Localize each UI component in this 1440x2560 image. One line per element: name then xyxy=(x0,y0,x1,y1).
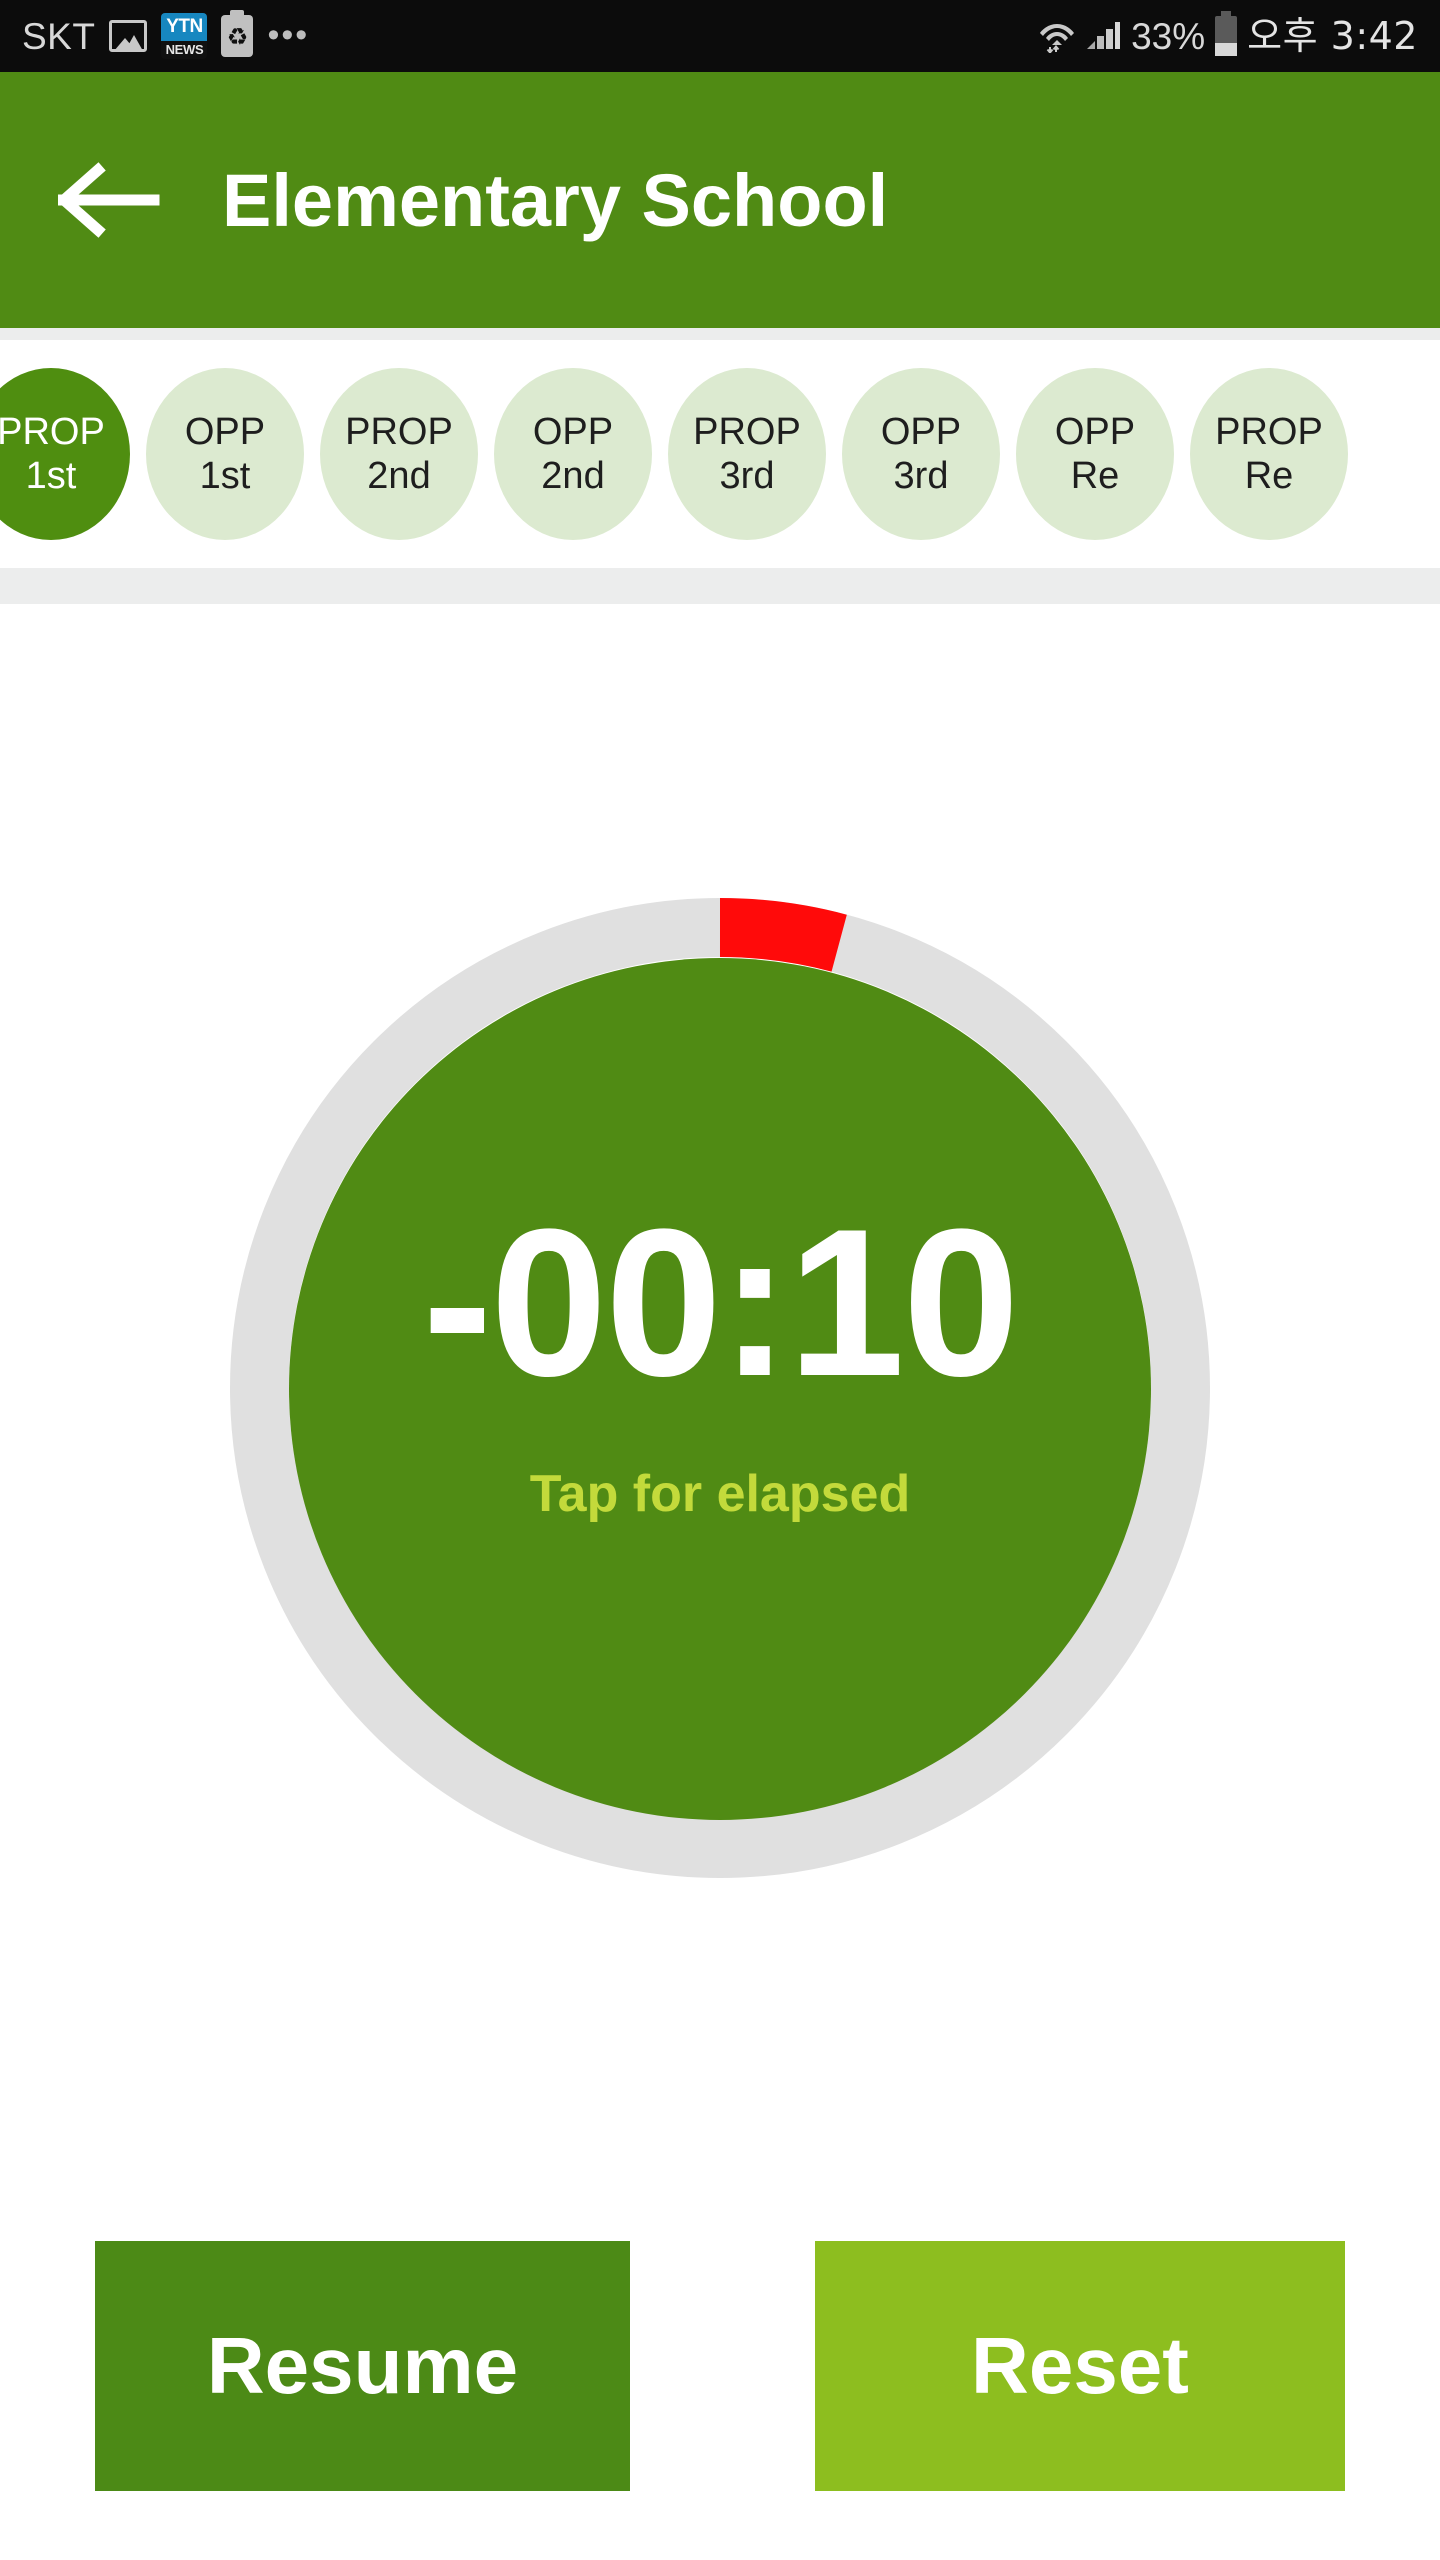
ytn-icon-bottom-label: NEWS xyxy=(161,41,208,59)
speaker-chip-bar: PROP 1st OPP 1st PROP 2nd OPP 2nd PROP 3… xyxy=(0,328,1440,604)
speaker-chip-side: OPP xyxy=(184,411,266,453)
wifi-icon xyxy=(1039,19,1075,55)
speaker-chip-scroller[interactable]: PROP 1st OPP 1st PROP 2nd OPP 2nd PROP 3… xyxy=(0,340,1440,568)
speaker-chip-order: 3rd xyxy=(719,455,775,497)
speaker-chip-side: PROP xyxy=(0,411,105,453)
timer-area: -00:10 Tap for elapsed xyxy=(0,604,1440,2234)
speaker-chip-opp-1st[interactable]: OPP 1st xyxy=(146,368,304,540)
resume-button[interactable]: Resume xyxy=(95,2241,630,2491)
speaker-chip-opp-3rd[interactable]: OPP 3rd xyxy=(842,368,1000,540)
timer-face[interactable]: -00:10 Tap for elapsed xyxy=(289,958,1151,1820)
speaker-chip-order: 3rd xyxy=(893,455,949,497)
photo-icon xyxy=(109,20,148,52)
status-bar-right: 33% 오후 3:42 xyxy=(1039,11,1418,58)
battery-percent-label: 33% xyxy=(1131,15,1206,57)
speaker-chip-order: 2nd xyxy=(541,455,605,497)
carrier-label: SKT xyxy=(22,15,96,57)
cellular-signal-icon xyxy=(1085,19,1121,53)
battery-icon xyxy=(1215,11,1238,56)
speaker-chip-side: PROP xyxy=(1215,411,1323,453)
app-header: Elementary School xyxy=(0,72,1440,328)
clock-label: 오후 3:42 xyxy=(1247,14,1418,58)
timer-controls: Resume Reset xyxy=(0,2241,1440,2491)
status-bar: SKT YTN NEWS ♻ ••• 33% 오후 3:42 xyxy=(0,0,1440,72)
speaker-chip-side: OPP xyxy=(532,411,614,453)
speaker-chip-prop-1st[interactable]: PROP 1st xyxy=(0,368,130,540)
page-title: Elementary School xyxy=(222,158,889,242)
speaker-chip-order: 2nd xyxy=(367,455,431,497)
reset-button[interactable]: Reset xyxy=(815,2241,1345,2491)
speaker-chip-side: OPP xyxy=(1054,411,1136,453)
speaker-chip-order: Re xyxy=(1244,455,1294,497)
ytn-news-icon: YTN NEWS xyxy=(161,13,208,59)
timer-hint-label: Tap for elapsed xyxy=(529,1465,911,1523)
speaker-chip-prop-3rd[interactable]: PROP 3rd xyxy=(668,368,826,540)
ytn-icon-top-label: YTN xyxy=(161,13,208,41)
speaker-chip-prop-re[interactable]: PROP Re xyxy=(1190,368,1348,540)
speaker-chip-side: PROP xyxy=(345,411,453,453)
timer-value: -00:10 xyxy=(422,1185,1019,1420)
speaker-chip-side: OPP xyxy=(880,411,962,453)
speaker-chip-prop-2nd[interactable]: PROP 2nd xyxy=(320,368,478,540)
bottom-filler xyxy=(0,2491,1440,2560)
speaker-chip-order: 1st xyxy=(25,455,77,497)
speaker-chip-opp-re[interactable]: OPP Re xyxy=(1016,368,1174,540)
status-bar-left: SKT YTN NEWS ♻ ••• xyxy=(22,10,310,59)
more-dots-icon: ••• xyxy=(267,16,310,55)
speaker-chip-order: Re xyxy=(1070,455,1120,497)
speaker-chip-opp-2nd[interactable]: OPP 2nd xyxy=(494,368,652,540)
recycle-icon: ♻ xyxy=(221,10,254,57)
back-arrow-icon xyxy=(58,162,162,238)
speaker-chip-side: PROP xyxy=(693,411,801,453)
back-button[interactable] xyxy=(30,120,190,280)
recycle-glyph: ♻ xyxy=(226,23,249,51)
speaker-chip-order: 1st xyxy=(199,455,251,497)
